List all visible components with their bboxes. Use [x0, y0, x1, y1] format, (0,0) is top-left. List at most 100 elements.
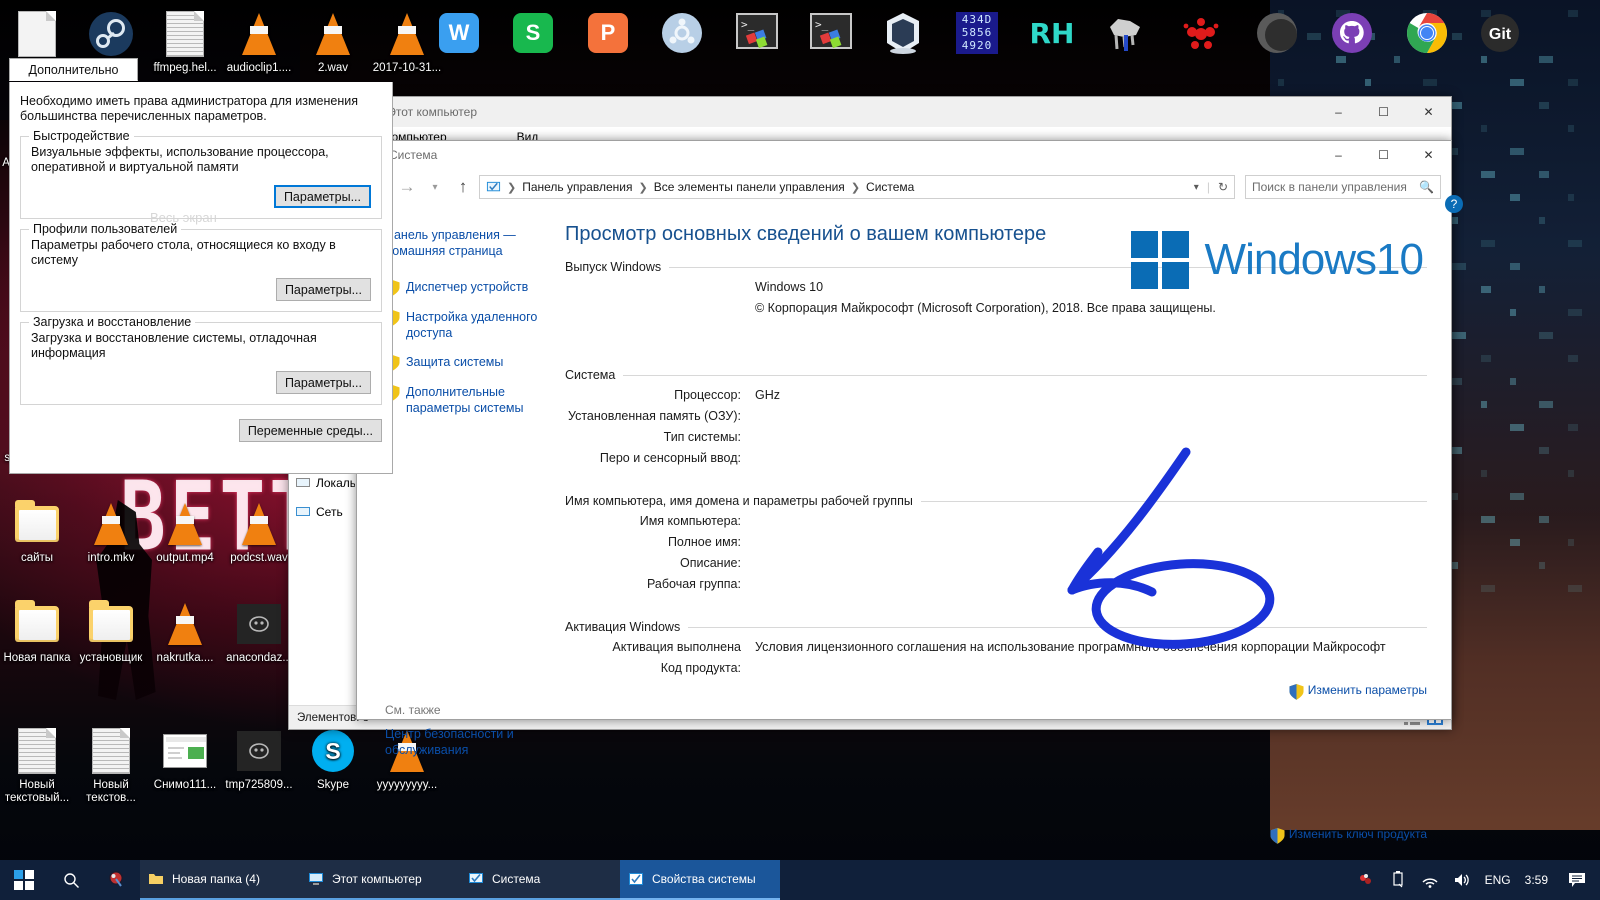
git-icon[interactable]: Git [1476, 9, 1524, 57]
see-also-link[interactable]: Центр безопасности и обслуживания [385, 726, 545, 758]
desktop-icon[interactable]: установщик [74, 600, 148, 665]
taskbar-tasks: Новая папка (4) Этот компьютер Система Свой… [140, 860, 780, 900]
red-splat-icon[interactable] [1177, 9, 1225, 57]
desktop-icon[interactable]: audioclip1.... [222, 10, 296, 75]
desktop-icon[interactable]: сайты [0, 500, 74, 565]
svg-text:>_: >_ [815, 18, 829, 31]
desktop-icon-glyph [235, 600, 283, 648]
system-window-titlebar[interactable]: Система – ☐ ✕ [357, 141, 1451, 169]
eclipse-dark-icon[interactable] [1253, 9, 1301, 57]
control-panel-link[interactable]: Защита системы [385, 354, 539, 371]
desktop-screen: FASTERBETTER WSP>_>_434D58564920RHGit 1.… [0, 0, 1600, 900]
resource-hacker-icon[interactable]: RH [1028, 9, 1076, 57]
arrow-right-icon[interactable]: → [395, 175, 419, 199]
photoshop-icon[interactable] [94, 860, 140, 900]
desktop-icon[interactable]: podcst.wav [222, 500, 296, 565]
group-settings-button[interactable]: Параметры... [275, 371, 371, 394]
volume-icon[interactable] [1453, 871, 1471, 889]
explorer-minimize-button[interactable]: – [1316, 97, 1361, 127]
desktop-icon-label: 2.wav [317, 62, 349, 74]
desktop-icon[interactable]: S Skype [296, 727, 370, 792]
terminal-tetris-icon-1[interactable]: >_ [733, 9, 781, 57]
help-icon[interactable]: ? [1445, 195, 1463, 213]
system-tray: ENG 3:59 [1357, 860, 1600, 900]
desktop-icon-glyph [13, 727, 61, 775]
change-product-key-link[interactable]: Изменить ключ продукта [1270, 827, 1427, 844]
system-close-button[interactable]: ✕ [1406, 140, 1451, 170]
history-chevron-down-icon[interactable]: ▾ [423, 175, 447, 199]
refresh-icon[interactable]: ↻ [1218, 180, 1228, 194]
explorer-nav-item[interactable]: Локальный диск [289, 471, 355, 495]
window-system-control-panel[interactable]: Система – ☐ ✕ ← → ▾ ↑ ❯ Панель управлени… [356, 140, 1463, 844]
explorer-maximize-button[interactable]: ☐ [1361, 97, 1406, 127]
search-placeholder: Поиск в панели управления [1252, 180, 1407, 194]
desktop-icon[interactable]: tmp725809... [222, 727, 296, 792]
control-panel-link[interactable]: Дополнительные параметры системы [385, 384, 539, 416]
desktop-icon[interactable]: nakrutka.... [148, 600, 222, 665]
desktop-icon[interactable]: 2.wav [296, 10, 370, 75]
windows-start-icon[interactable] [0, 860, 48, 900]
breadcrumb-item-2[interactable]: Система [866, 180, 914, 194]
system-properties-tab[interactable]: Дополнительно [9, 58, 138, 81]
github-icon[interactable] [1328, 9, 1376, 57]
explorer-nav-item[interactable]: Сеть [289, 500, 355, 524]
grey-splat-icon[interactable] [1102, 9, 1150, 57]
desktop-icon[interactable]: anacondaz... [222, 600, 296, 665]
group-settings-button[interactable]: Параметры... [275, 278, 371, 301]
desktop-icon-glyph [161, 600, 209, 648]
taskbar-task[interactable]: Свойства системы [620, 860, 780, 900]
breadcrumb-item-0[interactable]: Панель управления [522, 180, 632, 194]
desktop-icon[interactable]: intro.mkv [74, 500, 148, 565]
environment-variables-button[interactable]: Переменные среды... [238, 419, 382, 442]
desktop-icon[interactable]: ffmpeg.hel... [148, 10, 222, 75]
action-center-icon[interactable] [1562, 860, 1592, 900]
breadcrumb-item-1[interactable]: Все элементы панели управления [654, 180, 845, 194]
system-info-row: Установленная память (ОЗУ): [565, 409, 1427, 423]
chevron-down-icon[interactable]: ▾ [1194, 182, 1199, 193]
taskbar-task[interactable]: Система [460, 860, 620, 900]
desktop-icon[interactable]: 2017-10-31... [370, 10, 444, 75]
clock[interactable]: 3:59 [1525, 873, 1548, 887]
change-settings-link[interactable]: Изменить параметры [1289, 683, 1427, 700]
wps-spreadsheets-icon[interactable]: S [509, 9, 557, 57]
search-icon[interactable] [48, 860, 94, 900]
breadcrumb[interactable]: ❯ Панель управления ❯ Все элементы панел… [479, 175, 1235, 199]
taskbar-task[interactable]: Этот компьютер [300, 860, 460, 900]
system-info-value: Условия лицензионного соглашения на испо… [755, 640, 1386, 654]
terminal-tetris-icon-2[interactable]: >_ [807, 9, 855, 57]
control-panel-link[interactable]: Диспетчер устройств [385, 279, 539, 296]
anacondaz-icon[interactable] [1357, 871, 1375, 889]
desktop-icon-label: audioclip1.... [226, 62, 292, 74]
desktop-icon-glyph [235, 500, 283, 548]
group-settings-button[interactable]: Параметры... [273, 185, 371, 208]
desktop-icon-glyph [161, 10, 209, 58]
search-input[interactable]: Поиск в панели управления 🔍 [1245, 175, 1441, 199]
desktop-icon[interactable]: Новая папка [0, 600, 74, 665]
system-minimize-button[interactable]: – [1316, 140, 1361, 170]
ubuntu-icon[interactable] [658, 9, 706, 57]
usb-eject-icon[interactable] [1389, 871, 1407, 889]
wps-presentation-icon[interactable]: P [584, 9, 632, 57]
language-indicator[interactable]: ENG [1485, 873, 1511, 887]
desktop-icon[interactable]: Новый текстовый... [0, 727, 74, 804]
explorer-close-button[interactable]: ✕ [1406, 97, 1451, 127]
explorer-titlebar[interactable]: | ▾ | Этот компьютер – ☐ ✕ [289, 97, 1451, 127]
system-info-key: Перо и сенсорный ввод: [599, 451, 741, 465]
control-panel-link[interactable]: Настройка удаленного доступа [385, 309, 539, 341]
taskbar-task[interactable]: Новая папка (4) [140, 860, 300, 900]
desktop-icon[interactable]: Снимо111... [148, 727, 222, 792]
system-maximize-button[interactable]: ☐ [1361, 140, 1406, 170]
desktop-icon-glyph [161, 727, 209, 775]
control-panel-link[interactable]: Панель управления — домашняя страница [385, 227, 539, 259]
google-chrome-icon[interactable] [1403, 9, 1451, 57]
virtualbox-icon[interactable] [879, 9, 927, 57]
wifi-icon[interactable] [1421, 871, 1439, 889]
digits-icon[interactable]: 434D 5856 4920 [953, 9, 1001, 57]
system-info-value [755, 430, 1427, 444]
explorer-window-buttons: – ☐ ✕ [1316, 97, 1451, 127]
arrow-up-icon[interactable]: ↑ [451, 175, 475, 199]
desktop-icon[interactable]: output.mp4 [148, 500, 222, 565]
system-info-key: Процессор: [674, 388, 741, 402]
desktop-icon[interactable]: Новый текстов... [74, 727, 148, 804]
system-info-key: Активация выполнена [612, 640, 741, 654]
